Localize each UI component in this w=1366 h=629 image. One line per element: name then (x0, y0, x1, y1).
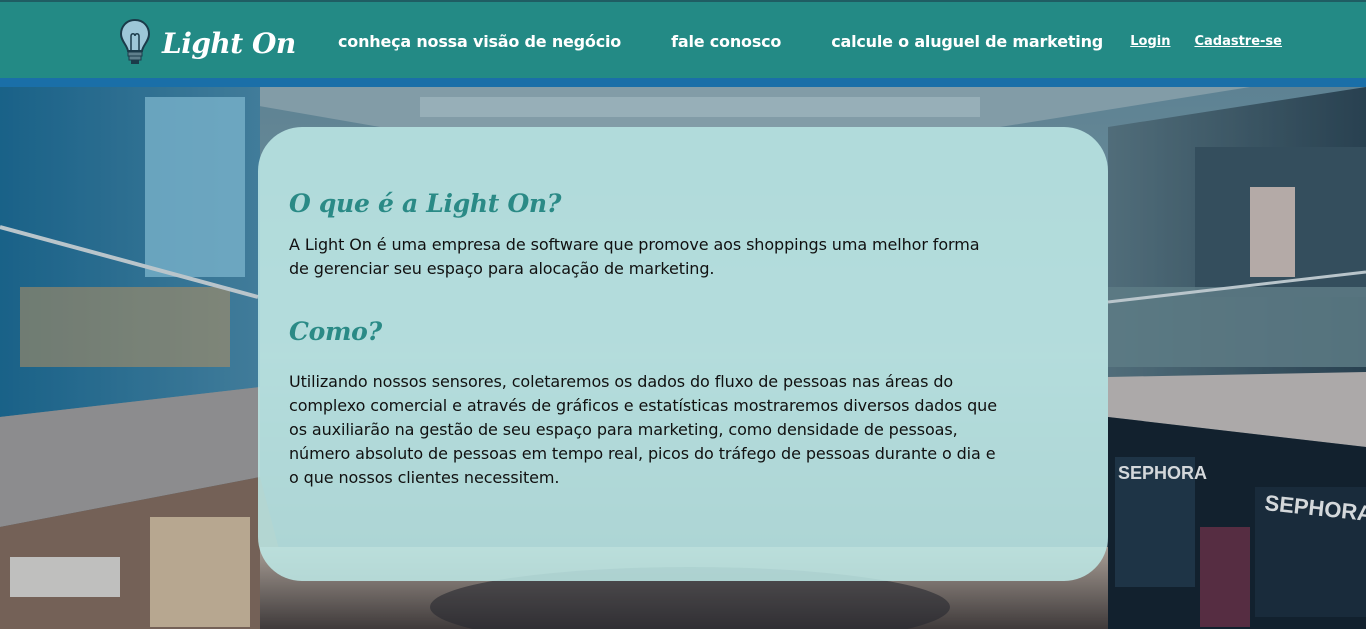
landing-page: SEPHORA SEPHORA Light On conheça nossa v… (0, 0, 1366, 629)
nav-link-business-vision[interactable]: conheça nossa visão de negócio (338, 32, 621, 51)
nav-link-contact[interactable]: fale conosco (671, 32, 781, 51)
top-navbar: Light On conheça nossa visão de negócio … (0, 0, 1366, 78)
section-text-how: Utilizando nossos sensores, coletaremos … (289, 372, 997, 487)
section-text-what-is: A Light On é uma empresa de software que… (289, 235, 980, 278)
lightbulb-icon (120, 18, 150, 64)
brand-name: Light On (162, 26, 296, 60)
about-card: O que é a Light On? A Light On é uma emp… (258, 127, 1108, 581)
section-title-how: Como? (289, 317, 382, 346)
login-link[interactable]: Login (1130, 34, 1170, 49)
nav-link-marketing-rent-calculator[interactable]: calcule o aluguel de marketing (831, 32, 1103, 51)
section-title-what-is: O que é a Light On? (289, 189, 562, 218)
brand-logo-link[interactable]: Light On (120, 18, 296, 68)
header-accent-stripe (0, 78, 1366, 87)
auth-links: Login Cadastre-se (1106, 2, 1282, 80)
main-nav: conheça nossa visão de negócio fale cono… (338, 2, 1153, 80)
signup-link[interactable]: Cadastre-se (1194, 34, 1282, 49)
